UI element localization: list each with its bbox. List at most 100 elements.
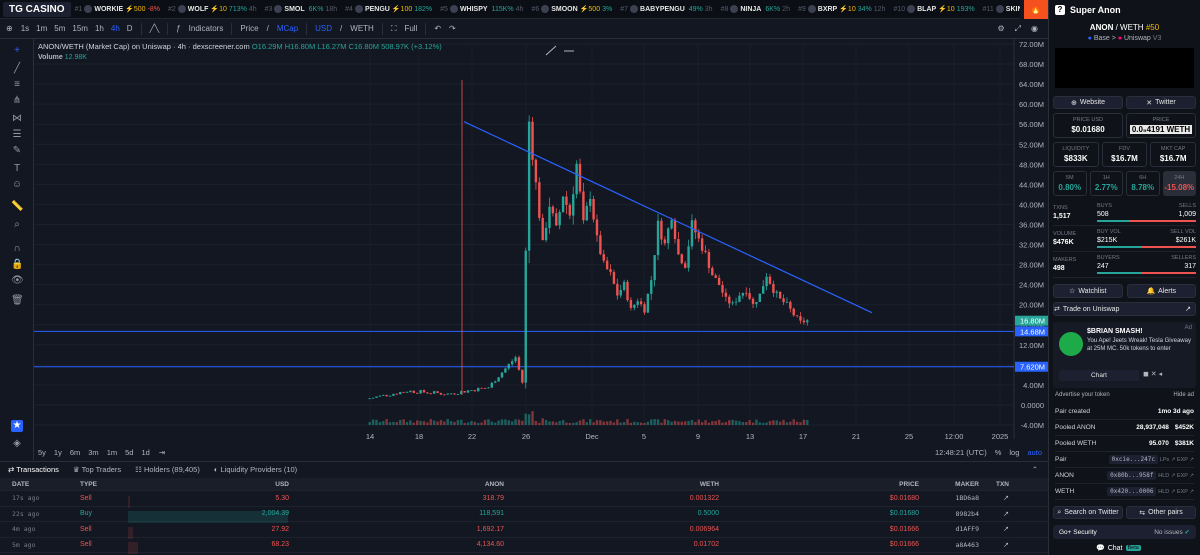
range-5d[interactable]: 5d <box>125 448 133 457</box>
expand-icon[interactable]: ⤢ <box>1015 24 1021 34</box>
ticker-item[interactable]: #6 SMOON ⚡500 3% <box>531 5 612 13</box>
settings-icon[interactable]: ⚙ <box>997 24 1004 34</box>
pitchfork-icon[interactable]: ⋔ <box>11 95 23 107</box>
ad-card[interactable]: Ad $BRIAN SMASH! You Ape! Jeets Wreak! T… <box>1053 322 1196 388</box>
change-tab-5m[interactable]: 5M 0.80% <box>1053 171 1087 196</box>
table-row[interactable]: 22s ago Buy 2,004.39 118,591 0.5000 $0.01680 8… <box>0 507 1048 524</box>
dex-name[interactable]: Uniswap <box>1124 35 1151 42</box>
magnet-icon[interactable]: ∩ <box>11 243 23 255</box>
layers-icon[interactable]: ◈ <box>11 438 23 450</box>
ticker-item[interactable]: #4 PENGU ⚡100 182% <box>345 5 432 13</box>
tab-liquidity-providers[interactable]: ◐ Liquidity Providers (10) <box>214 465 297 474</box>
tab-transactions[interactable]: ⇄ Transactions <box>8 465 59 474</box>
range-6m[interactable]: 6m <box>70 448 80 457</box>
weth-address[interactable]: 0x420...0006 <box>1107 487 1157 496</box>
trade-uniswap-button[interactable]: ⇄ Trade on Uniswap ↗ <box>1053 302 1196 316</box>
search-twitter-button[interactable]: ⌕ Search on Twitter <box>1053 506 1123 519</box>
chat-button[interactable]: 💬 Chat Beta <box>1096 542 1141 554</box>
ad-social-icons[interactable]: ◼ ✕ ◂ <box>1143 370 1162 378</box>
weth-links[interactable]: HLD ↗ EXP ↗ <box>1158 489 1194 495</box>
other-pairs-button[interactable]: ⇆ Other pairs <box>1126 506 1196 519</box>
col-type[interactable]: TYPE <box>80 481 128 488</box>
text-icon[interactable]: T <box>11 163 23 175</box>
indicators-button[interactable]: Indicators <box>189 24 224 33</box>
advertise-link[interactable]: Advertise your token <box>1055 392 1110 398</box>
lock-icon[interactable]: 🔒 <box>11 259 23 271</box>
txn-link-icon[interactable]: ↗ <box>983 494 1023 502</box>
undo-icon[interactable]: ↶ <box>434 24 441 33</box>
chain-name[interactable]: Base <box>1094 35 1110 42</box>
interval-15m[interactable]: 15m <box>72 24 88 33</box>
camera-icon[interactable]: ◉ <box>1031 24 1038 34</box>
mcap-toggle[interactable]: MCap <box>277 24 298 33</box>
weth-toggle[interactable]: WETH <box>350 24 374 33</box>
ticker-item[interactable]: #3 SMOL 6K% 18h <box>265 5 337 13</box>
col-anon[interactable]: ANON <box>293 481 508 488</box>
eye-icon[interactable]: 👁 <box>11 275 24 287</box>
watchlist-button[interactable]: ☆ Watchlist <box>1053 284 1123 298</box>
website-button[interactable]: ⊕ Website <box>1053 96 1123 109</box>
ticker-item[interactable]: #5 WHISPY 115K% 4h <box>440 5 523 13</box>
range-1d[interactable]: 1d <box>141 448 149 457</box>
range-5y[interactable]: 5y <box>38 448 46 457</box>
alerts-button[interactable]: 🔔 Alerts <box>1126 284 1196 298</box>
auto-toggle[interactable]: auto <box>1027 448 1042 457</box>
pair-address[interactable]: 0xcie...247c <box>1108 455 1158 464</box>
table-row[interactable]: 5m ago Sell 68.23 4,134.60 0.01702 $0.01666 a8… <box>0 538 1048 555</box>
interval-5m[interactable]: 5m <box>54 24 65 33</box>
ticker-item[interactable]: #11SKINUT⚡10-16%20h <box>983 5 1020 13</box>
price-toggle[interactable]: Price <box>240 24 258 33</box>
chart-type-icon[interactable]: ╱╲ <box>150 24 160 33</box>
txn-link-icon[interactable]: ↗ <box>983 525 1023 533</box>
change-tab-24h[interactable]: 24H -15.08% <box>1162 171 1196 196</box>
col-weth[interactable]: WETH <box>508 481 723 488</box>
anon-links[interactable]: HLD ↗ EXP ↗ <box>1158 473 1194 479</box>
cell-maker[interactable]: a8A463 <box>923 541 983 549</box>
emoji-icon[interactable]: ☺ <box>11 179 23 191</box>
utc-time[interactable]: 12:48:21 (UTC) <box>935 448 987 457</box>
full-button[interactable]: Full <box>404 24 417 33</box>
range-3m[interactable]: 3m <box>88 448 98 457</box>
interval-1h[interactable]: 1h <box>95 24 104 33</box>
txn-link-icon[interactable]: ↗ <box>983 510 1023 518</box>
table-row[interactable]: 4m ago Sell 27.92 1,692.17 0.006964 $0.01666 d… <box>0 522 1048 539</box>
change-tab-1h[interactable]: 1H 2.77% <box>1089 171 1123 196</box>
star-icon[interactable]: ★ <box>11 420 23 432</box>
trash-icon[interactable]: 🗑 <box>11 295 24 307</box>
interval-1s[interactable]: 1s <box>21 24 29 33</box>
crosshair-icon[interactable]: + <box>11 45 23 57</box>
tab-holders[interactable]: ☷ Holders (89,405) <box>135 465 200 474</box>
change-tab-6h[interactable]: 6H 8.78% <box>1126 171 1160 196</box>
security-row[interactable]: Go+ Security No issues ✔ <box>1053 525 1196 539</box>
twitter-button[interactable]: ✕ Twitter <box>1126 96 1196 109</box>
cell-maker[interactable]: 8982b4 <box>923 510 983 518</box>
table-row[interactable]: 17s ago Sell 5.30 318.79 0.001322 $0.01680 1BD… <box>0 491 1048 508</box>
brush-icon[interactable]: ✎ <box>11 145 23 157</box>
hide-ad-link[interactable]: Hide ad <box>1173 392 1194 398</box>
ticker-item[interactable]: #10 BLAP ⚡10 193% <box>893 5 975 13</box>
price-chart[interactable]: 72.00M 68.00M 64.00M 60.00M 56.00M 52.00M 48.0… <box>34 39 1048 460</box>
tab-top-traders[interactable]: ♛ Top Traders <box>73 465 121 474</box>
ticker-item[interactable]: #2 WOLF ⚡10 713% 4h <box>168 5 257 13</box>
goto-date-icon[interactable]: ⇥ <box>159 448 165 457</box>
cell-maker[interactable]: d1AFF9 <box>923 525 983 533</box>
ticker-item[interactable]: #1 WORKIE ⚡500 -8% <box>75 5 160 13</box>
add-symbol-icon[interactable]: ⊕ <box>6 24 13 33</box>
fib-icon[interactable]: ☰ <box>11 129 23 141</box>
log-toggle[interactable]: log <box>1009 448 1019 457</box>
interval-D[interactable]: D <box>127 24 133 33</box>
ticker-item[interactable]: #7 BABYPENGU 49% 3h <box>620 5 713 13</box>
txn-link-icon[interactable]: ↗ <box>983 541 1023 549</box>
ruler-icon[interactable]: 📏 <box>11 201 23 213</box>
percent-toggle[interactable]: % <box>995 448 1002 457</box>
collapse-icon[interactable]: ⌃ <box>1032 465 1048 474</box>
anon-address[interactable]: 0x80b...958f <box>1107 471 1157 480</box>
interval-1m[interactable]: 1m <box>36 24 47 33</box>
horizontal-lines-icon[interactable]: ≡ <box>11 79 23 91</box>
pattern-icon[interactable]: ⋈ <box>11 113 23 125</box>
pair-links[interactable]: LPs ↗ EXP ↗ <box>1160 457 1194 463</box>
trendline-icon[interactable]: ╱ <box>11 63 23 75</box>
ad-chart-button[interactable]: Chart <box>1059 370 1139 381</box>
ticker-item[interactable]: #9 BXRP ⚡10 34% 12h <box>798 5 885 13</box>
range-1y[interactable]: 1y <box>54 448 62 457</box>
